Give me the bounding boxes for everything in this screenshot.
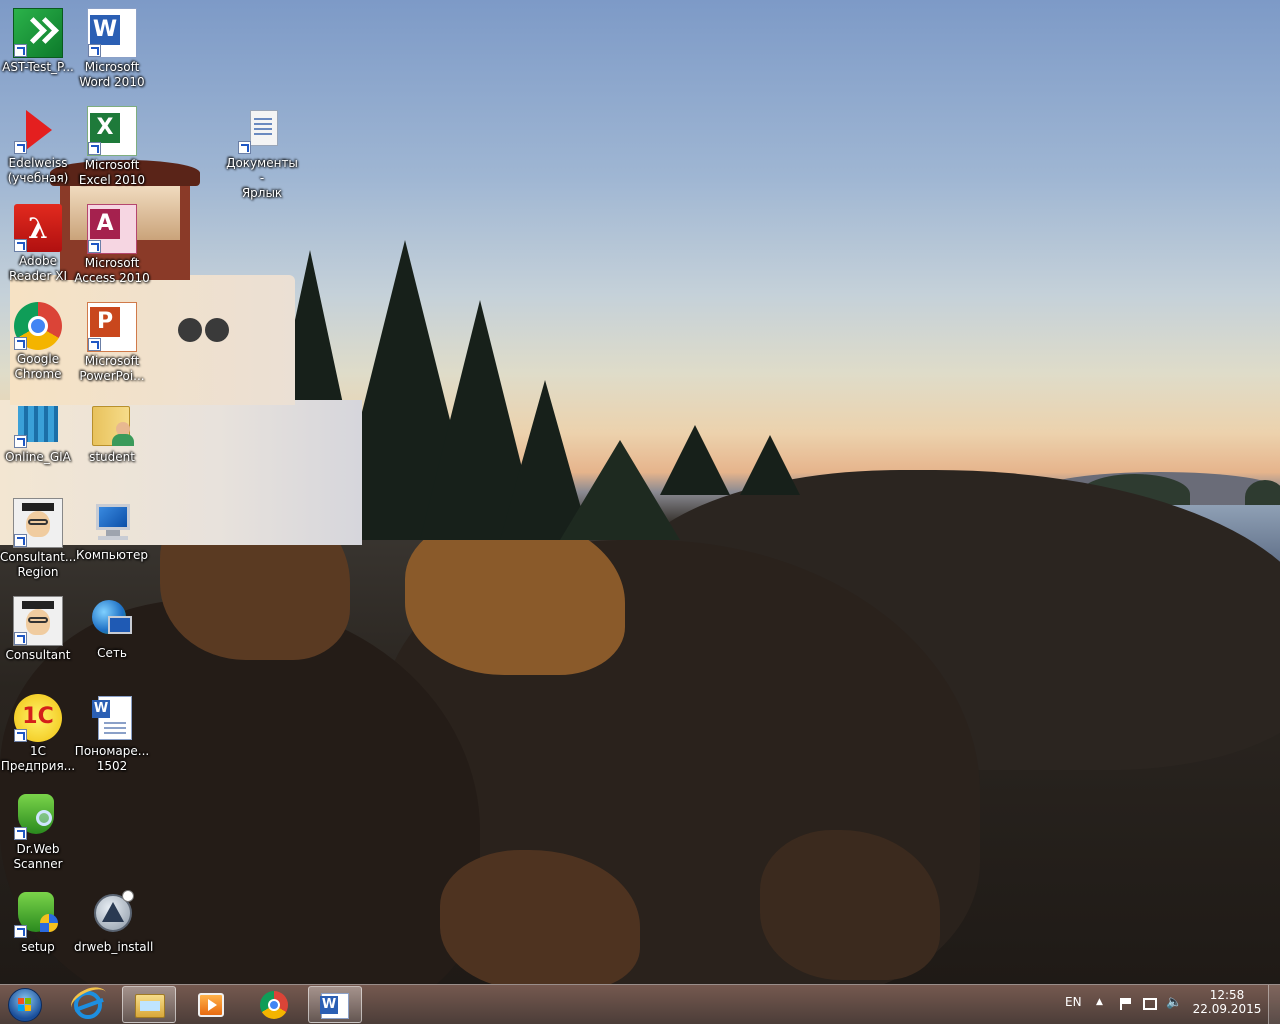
shortcut-arrow-icon <box>88 44 101 57</box>
clock-date: 22.09.2015 <box>1192 1002 1262 1016</box>
desktop-icon-documents[interactable]: Документы - Ярлык <box>224 102 300 200</box>
network-icon <box>88 596 136 644</box>
desktop-icon-label: Consultant... Region <box>0 550 77 579</box>
media-player-icon <box>198 993 224 1017</box>
taskbar-word[interactable]: W <box>308 986 362 1023</box>
taskbar-internet-explorer[interactable] <box>62 982 116 1023</box>
volume-icon[interactable]: 🔈 <box>1166 995 1182 1010</box>
start-button[interactable] <box>4 986 48 1023</box>
excel-icon: X <box>87 106 137 156</box>
desktop-icon-computer[interactable]: Компьютер <box>74 494 150 584</box>
desktop-icon-label: Microsoft Word 2010 <box>79 60 145 89</box>
shortcut-arrow-icon <box>14 534 27 547</box>
computer-icon <box>88 498 136 546</box>
shortcut-arrow-icon <box>14 44 27 57</box>
desktop-icon-drweb-install[interactable]: drweb_install <box>74 886 154 956</box>
shortcut-arrow-icon <box>14 435 27 448</box>
taskbar-file-explorer[interactable] <box>122 986 176 1023</box>
desktop-icon-consultant[interactable]: Consultant <box>0 592 76 662</box>
desktop-icon-label: AST-Test_P... <box>2 60 74 74</box>
file-explorer-icon <box>135 994 165 1018</box>
desktop-icon-label: Microsoft Access 2010 <box>74 256 150 285</box>
edelweiss-icon <box>14 106 62 154</box>
desktop-icon-setup[interactable]: setup <box>0 886 76 956</box>
desktop-icon-powerpoint[interactable]: P Microsoft PowerPoi... <box>74 298 150 388</box>
desktop-icon-label: drweb_install <box>74 940 154 954</box>
access-icon: A <box>87 204 137 254</box>
1c-icon: 1C <box>14 694 62 742</box>
desktop-icon-network[interactable]: Сеть <box>74 592 150 662</box>
drweb-install-icon <box>88 890 136 938</box>
shortcut-arrow-icon <box>14 729 27 742</box>
network-tray-icon[interactable] <box>1143 998 1157 1010</box>
desktop-icon-excel[interactable]: X Microsoft Excel 2010 <box>74 102 150 192</box>
documents-icon <box>238 106 286 154</box>
shortcut-arrow-icon <box>88 142 101 155</box>
desktop-icon-edelweiss[interactable]: Edelweiss (учебная) <box>0 102 76 192</box>
clock-time: 12:58 <box>1209 988 1245 1002</box>
desktop-icon-label: Документы - Ярлык <box>226 156 298 200</box>
desktop-icon-online-gia[interactable]: Online_GIA <box>0 396 76 466</box>
shortcut-arrow-icon <box>14 239 27 252</box>
desktop-icon-student[interactable]: student <box>74 396 150 466</box>
desktop-icon-access[interactable]: A Microsoft Access 2010 <box>74 200 150 290</box>
clock[interactable]: 12:58 22.09.2015 <box>1192 988 1262 1016</box>
desktop-icon-ast-test[interactable]: AST-Test_P... <box>0 4 76 94</box>
shortcut-arrow-icon <box>14 337 27 350</box>
shortcut-arrow-icon <box>88 240 101 253</box>
desktop-icon-label: Google Chrome <box>14 352 62 381</box>
desktop-icon-label: Edelweiss (учебная) <box>7 156 69 185</box>
desktop-icon-ponomarev-doc[interactable]: W Пономаре... 1502 <box>74 690 150 780</box>
desktop-icon-label: student <box>89 450 135 464</box>
shortcut-arrow-icon <box>88 338 101 351</box>
drweb-scanner-icon <box>14 792 62 840</box>
desktop-icon-label: Microsoft Excel 2010 <box>78 158 146 187</box>
shortcut-arrow-icon <box>14 632 27 645</box>
online-gia-icon <box>14 400 62 448</box>
desktop-icon-label: 1C Предприя... <box>0 744 76 773</box>
desktop-icon-label: Online_GIA <box>5 450 71 464</box>
chrome-icon <box>260 991 288 1019</box>
desktop-icon-label: Microsoft PowerPoi... <box>79 354 145 383</box>
desktop-icon-1c[interactable]: 1C 1C Предприя... <box>0 690 76 780</box>
shortcut-arrow-icon <box>14 141 27 154</box>
taskbar: W EN ▲ 🔈 12:58 22.09.2015 <box>0 982 1280 1024</box>
consultant-icon <box>13 498 63 548</box>
word-icon: W <box>320 993 349 1019</box>
user-folder-icon <box>88 400 136 448</box>
desktop-icon-label: Dr.Web Scanner <box>13 842 63 871</box>
desktop-icon-label: Пономаре... 1502 <box>74 744 150 773</box>
desktop-icon-label: setup <box>21 940 55 954</box>
setup-icon <box>14 890 62 938</box>
desktop-icon-label: Компьютер <box>76 548 148 562</box>
desktop-icon-word[interactable]: W Microsoft Word 2010 <box>74 4 150 94</box>
language-indicator[interactable]: EN <box>1065 995 1082 1009</box>
action-center-flag-icon[interactable] <box>1120 998 1132 1010</box>
desktop-icon-consultant-region[interactable]: Consultant... Region <box>0 494 76 584</box>
windows-start-icon <box>8 988 42 1022</box>
word-icon: W <box>87 8 137 58</box>
wallpaper <box>0 0 1280 984</box>
desktop-icon-label: Adobe Reader XI <box>8 254 68 283</box>
show-desktop-button[interactable] <box>1268 985 1280 1024</box>
desktop-icon-drweb-scanner[interactable]: Dr.Web Scanner <box>0 788 76 878</box>
word-doc-icon: W <box>88 694 136 742</box>
consultant-icon <box>13 596 63 646</box>
desktop-icon-chrome[interactable]: Google Chrome <box>0 298 76 388</box>
desktop-icon-adobe-reader[interactable]: λ Adobe Reader XI <box>0 200 76 290</box>
shortcut-arrow-icon <box>14 827 27 840</box>
taskbar-chrome[interactable] <box>246 986 300 1023</box>
desktop: AST-Test_P... W Microsoft Word 2010 Edel… <box>0 0 1280 984</box>
internet-explorer-icon <box>66 982 112 1019</box>
ast-test-icon <box>13 8 63 58</box>
show-hidden-icons-button[interactable]: ▲ <box>1096 997 1103 1007</box>
adobe-reader-icon: λ <box>14 204 62 252</box>
taskbar-media-player[interactable] <box>184 986 238 1023</box>
desktop-icon-label: Consultant <box>5 648 71 662</box>
powerpoint-icon: P <box>87 302 137 352</box>
desktop-icon-label: Сеть <box>97 646 127 660</box>
shortcut-arrow-icon <box>238 141 251 154</box>
shortcut-arrow-icon <box>14 925 27 938</box>
chrome-icon <box>14 302 62 350</box>
